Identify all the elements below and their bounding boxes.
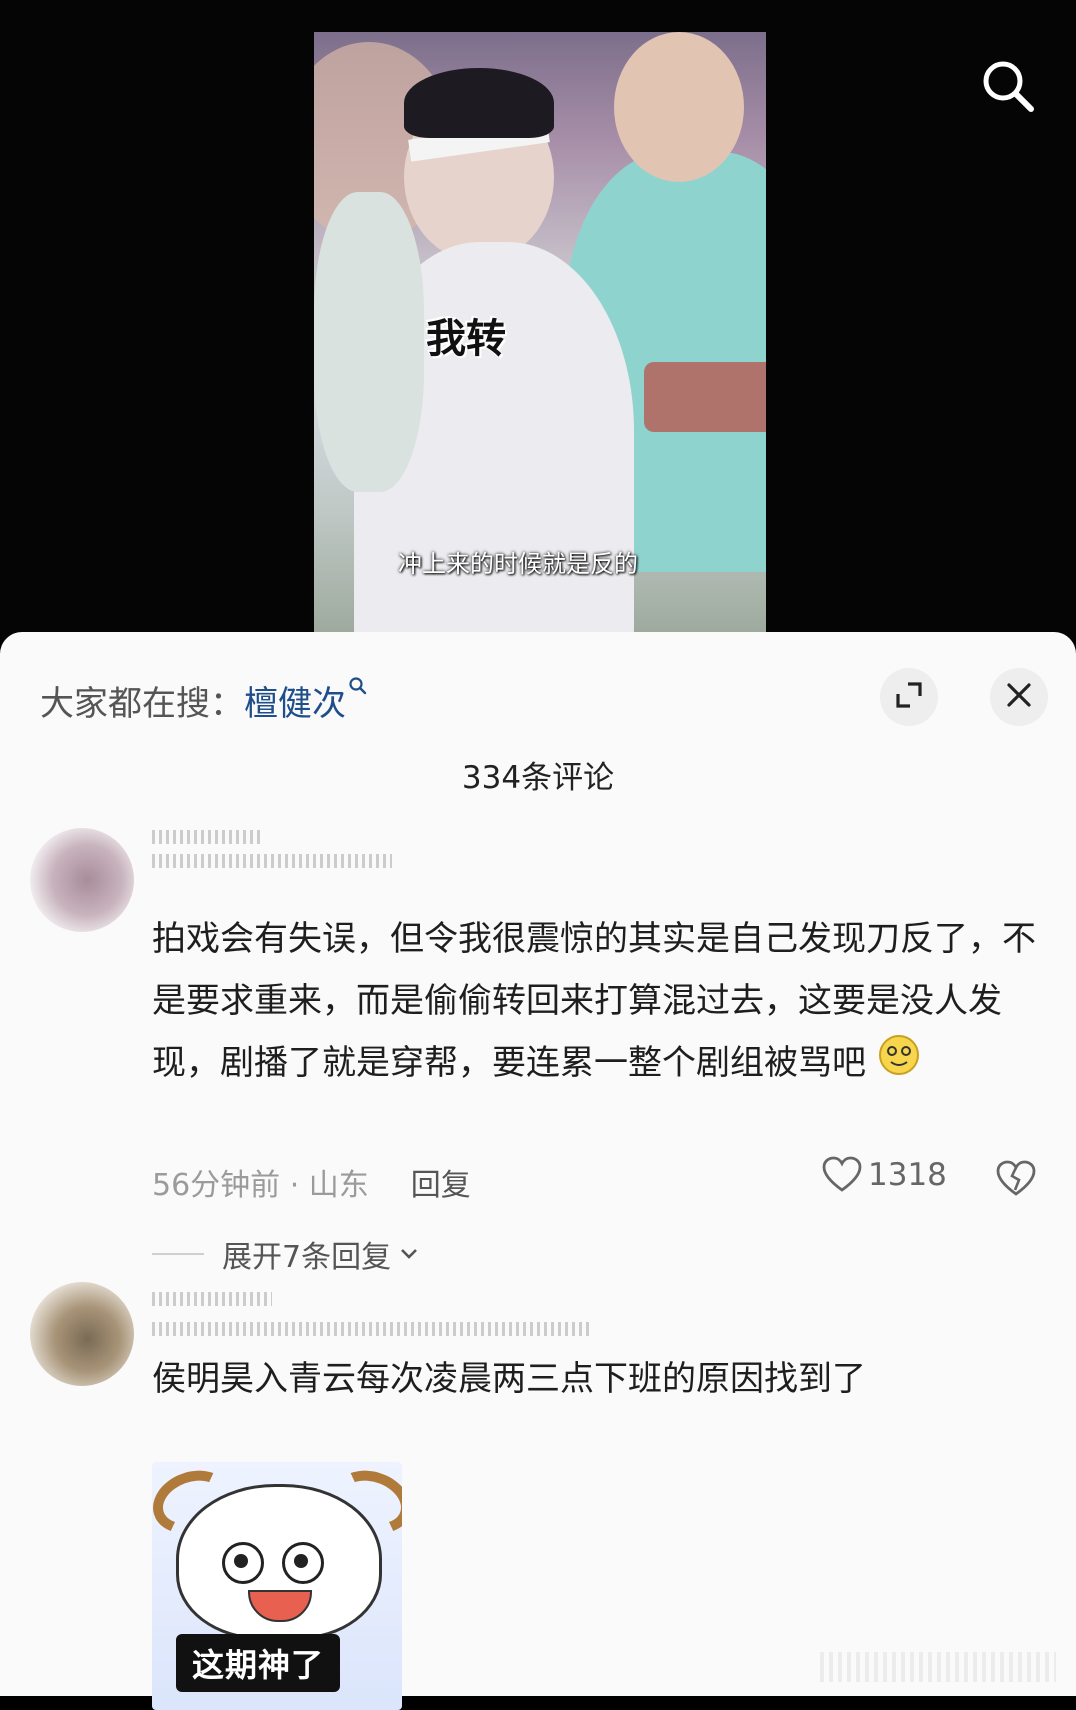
expand-replies-button[interactable]: 展开7条回复 (152, 1232, 419, 1276)
trending-search-prefix: 大家都在搜： (40, 684, 244, 724)
bg-figure-arm (314, 192, 424, 492)
time-location: 56分钟前 · 山东 (152, 1168, 369, 1203)
dizzy-face-emoji-icon (877, 1033, 921, 1097)
video-frame[interactable] (314, 32, 766, 632)
avatar[interactable] (30, 828, 134, 932)
comment-count-title: 334条评论 (461, 760, 615, 796)
username-blurred (152, 1322, 592, 1336)
sticker-pupil (234, 1554, 248, 1568)
video-overlay-text: 我转 (426, 316, 506, 362)
reply-button[interactable]: 回复 (411, 1160, 471, 1204)
sticker-caption: 这期神了 (176, 1634, 341, 1692)
trending-search-keyword[interactable]: 檀健次 (244, 676, 346, 725)
like-button[interactable]: 1318 (822, 1156, 947, 1194)
expand-replies-label: 展开7条回复 (222, 1240, 392, 1275)
close-button[interactable] (990, 668, 1048, 726)
comment-panel: 大家都在搜： 檀健次 334条评论 拍戏会有失误，但令我很震惊的其实是自己发现刀… (0, 632, 1076, 1710)
video-player[interactable]: 我转 冲上来的时候就是反的 (0, 0, 1076, 640)
tray (644, 362, 766, 432)
divider-line (152, 1253, 204, 1255)
username-blurred[interactable] (152, 830, 262, 844)
username-blurred (152, 854, 392, 868)
trending-search-bar[interactable]: 大家都在搜： 檀健次 (40, 676, 368, 725)
comment-meta: 56分钟前 · 山东 回复 (152, 1160, 471, 1204)
expand-button[interactable] (880, 668, 938, 726)
bg-face-right (614, 32, 744, 182)
chevron-down-icon (399, 1247, 419, 1261)
avatar[interactable] (30, 1282, 134, 1386)
video-subtitle: 冲上来的时候就是反的 (398, 550, 638, 578)
heart-icon (822, 1156, 862, 1194)
username-blurred[interactable] (152, 1292, 272, 1306)
comment-text: 侯明昊入青云每次凌晨两三点下班的原因找到了 (152, 1359, 866, 1399)
watermark-blurred (820, 1652, 1056, 1682)
search-icon[interactable] (980, 58, 1036, 114)
broken-heart-icon (996, 1160, 1036, 1202)
like-count: 1318 (868, 1157, 947, 1193)
dislike-button[interactable] (996, 1160, 1036, 1202)
sticker-pupil (294, 1554, 308, 1568)
hair (404, 68, 554, 138)
sticker-image[interactable]: 这期神了 (152, 1462, 402, 1710)
comment-text: 拍戏会有失误，但令我很震惊的其实是自己发现刀反了，不是要求重来，而是偷偷转回来打… (152, 908, 1042, 1097)
expand-icon (894, 680, 924, 714)
close-icon (1005, 681, 1033, 713)
search-mini-icon (348, 676, 368, 702)
